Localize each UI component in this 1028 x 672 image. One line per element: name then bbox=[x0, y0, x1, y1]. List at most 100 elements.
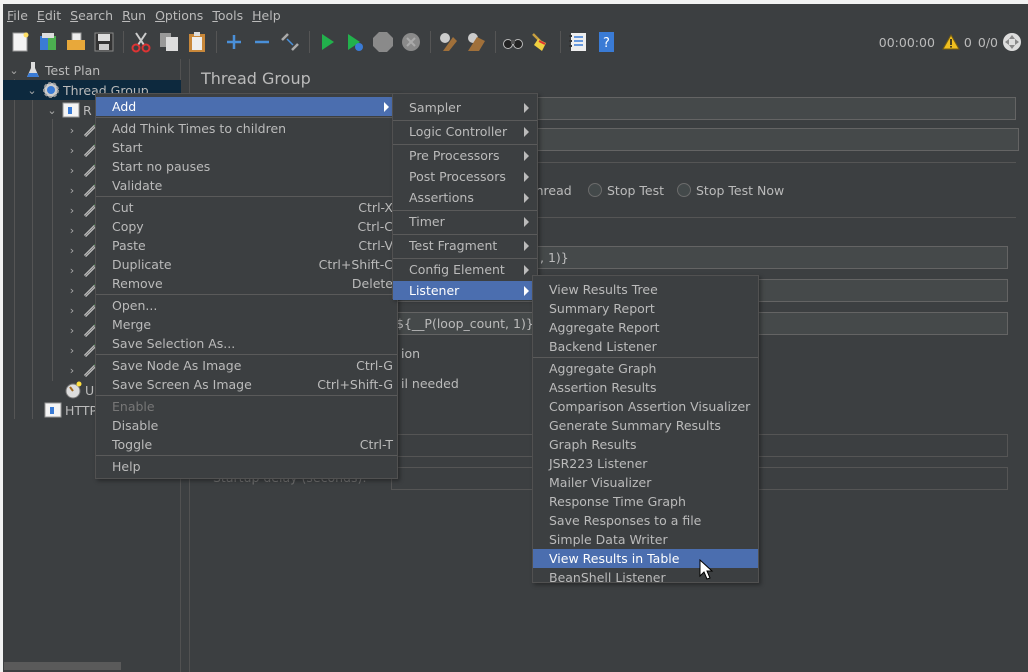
stop-button[interactable] bbox=[372, 31, 394, 53]
collapse-all-button[interactable] bbox=[251, 31, 273, 53]
chevron-right-icon[interactable]: › bbox=[65, 244, 79, 257]
chevron-right-icon[interactable]: › bbox=[65, 304, 79, 317]
listener-item-beanshell-listener[interactable]: BeanShell Listener bbox=[533, 568, 758, 587]
menu-options[interactable]: Options bbox=[155, 8, 203, 23]
menu-item-label: Duplicate bbox=[112, 257, 172, 272]
new-button[interactable] bbox=[9, 31, 31, 53]
context-menu-item-start-no-pauses[interactable]: Start no pauses bbox=[96, 157, 397, 176]
add-menu-item-listener[interactable]: Listener bbox=[393, 281, 537, 300]
radio-stop-test[interactable]: Stop Test bbox=[588, 183, 664, 198]
chevron-right-icon[interactable]: › bbox=[65, 124, 79, 137]
chevron-right-icon[interactable]: › bbox=[65, 284, 79, 297]
context-menu-item-disable[interactable]: Disable bbox=[96, 416, 397, 435]
menu-tools[interactable]: Tools bbox=[212, 8, 243, 23]
tree-item-timer[interactable]: U bbox=[61, 380, 94, 400]
context-menu-item-toggle[interactable]: Toggle Ctrl-T bbox=[96, 435, 397, 454]
context-menu-item-save-screen-as-image[interactable]: Save Screen As Image Ctrl+Shift-G bbox=[96, 375, 397, 394]
chevron-right-icon[interactable]: › bbox=[65, 324, 79, 337]
context-menu-item-help[interactable]: Help bbox=[96, 457, 397, 476]
function-helper-button[interactable] bbox=[567, 31, 589, 53]
tree-item-http-config[interactable]: HTTP bbox=[41, 400, 97, 420]
menu-file[interactable]: File bbox=[7, 8, 28, 23]
context-menu-item-cut[interactable]: Cut Ctrl-X bbox=[96, 198, 397, 217]
listener-item-mailer-visualizer[interactable]: Mailer Visualizer bbox=[533, 473, 758, 492]
paste-button[interactable] bbox=[186, 31, 208, 53]
chevron-right-icon[interactable]: › bbox=[65, 184, 79, 197]
context-menu-item-save-node-as-image[interactable]: Save Node As Image Ctrl-G bbox=[96, 356, 397, 375]
templates-button[interactable] bbox=[37, 31, 59, 53]
context-menu-item-add[interactable]: Add bbox=[96, 97, 397, 116]
context-menu-item-open[interactable]: Open... bbox=[96, 296, 397, 315]
clear-all-button[interactable] bbox=[465, 31, 487, 53]
add-menu-item-sampler[interactable]: Sampler bbox=[393, 98, 537, 117]
toggle-button[interactable] bbox=[279, 31, 301, 53]
help-button[interactable]: ? bbox=[595, 31, 617, 53]
chevron-down-icon[interactable]: ⌄ bbox=[25, 84, 39, 97]
listener-item-comparison-assertion-visualizer[interactable]: Comparison Assertion Visualizer bbox=[533, 397, 758, 416]
start-button[interactable] bbox=[316, 31, 338, 53]
listener-item-graph-results[interactable]: Graph Results bbox=[533, 435, 758, 454]
warning-icon[interactable] bbox=[942, 34, 960, 50]
context-menu-item-validate[interactable]: Validate bbox=[96, 176, 397, 195]
radio-button[interactable] bbox=[588, 183, 602, 197]
listener-item-save-responses-to-a-file[interactable]: Save Responses to a file bbox=[533, 511, 758, 530]
add-menu-item-config-element[interactable]: Config Element bbox=[393, 260, 537, 279]
context-menu-item-duplicate[interactable]: Duplicate Ctrl+Shift-C bbox=[96, 255, 397, 274]
chevron-right-icon[interactable]: › bbox=[65, 204, 79, 217]
listener-item-jsr223-listener[interactable]: JSR223 Listener bbox=[533, 454, 758, 473]
add-menu-item-timer[interactable]: Timer bbox=[393, 212, 537, 231]
listener-item-generate-summary-results[interactable]: Generate Summary Results bbox=[533, 416, 758, 435]
chevron-right-icon[interactable]: › bbox=[65, 224, 79, 237]
shutdown-button[interactable] bbox=[400, 31, 422, 53]
listener-item-summary-report[interactable]: Summary Report bbox=[533, 299, 758, 318]
add-menu-item-logic-controller[interactable]: Logic Controller bbox=[393, 122, 537, 141]
start-no-pauses-button[interactable] bbox=[344, 31, 366, 53]
collapse-icon bbox=[255, 40, 269, 44]
context-menu-item-merge[interactable]: Merge bbox=[96, 315, 397, 334]
tree-horizontal-scrollbar[interactable] bbox=[4, 662, 121, 670]
listener-item-assertion-results[interactable]: Assertion Results bbox=[533, 378, 758, 397]
chevron-right-icon[interactable]: › bbox=[65, 164, 79, 177]
context-menu-item-start[interactable]: Start bbox=[96, 138, 397, 157]
menu-item-label: View Results Tree bbox=[549, 282, 658, 297]
chevron-right-icon[interactable]: › bbox=[65, 144, 79, 157]
expand-all-button[interactable] bbox=[223, 31, 245, 53]
context-menu-item-copy[interactable]: Copy Ctrl-C bbox=[96, 217, 397, 236]
add-menu-item-post-processors[interactable]: Post Processors bbox=[393, 167, 537, 186]
listener-item-view-results-in-table[interactable]: View Results in Table bbox=[533, 549, 758, 568]
reset-search-button[interactable] bbox=[530, 31, 552, 53]
context-menu-item-add-think-times-to-children[interactable]: Add Think Times to children bbox=[96, 119, 397, 138]
add-menu-item-assertions[interactable]: Assertions bbox=[393, 188, 537, 207]
cut-button[interactable] bbox=[130, 31, 152, 53]
menu-help[interactable]: Help bbox=[252, 8, 281, 23]
chevron-down-icon[interactable]: ⌄ bbox=[7, 64, 21, 77]
tree-item-test-plan[interactable]: ⌄ Test Plan bbox=[7, 60, 100, 80]
listener-item-aggregate-report[interactable]: Aggregate Report bbox=[533, 318, 758, 337]
clear-button[interactable] bbox=[437, 31, 459, 53]
search-button[interactable] bbox=[502, 31, 524, 53]
chevron-down-icon[interactable]: ⌄ bbox=[45, 104, 59, 117]
listener-item-response-time-graph[interactable]: Response Time Graph bbox=[533, 492, 758, 511]
context-menu-item-remove[interactable]: Remove Delete bbox=[96, 274, 397, 293]
submenu-arrow-icon bbox=[524, 216, 529, 227]
copy-button[interactable] bbox=[158, 31, 180, 53]
add-menu-item-pre-processors[interactable]: Pre Processors bbox=[393, 146, 537, 165]
listener-item-simple-data-writer[interactable]: Simple Data Writer bbox=[533, 530, 758, 549]
radio-button[interactable] bbox=[677, 183, 691, 197]
chevron-right-icon[interactable]: › bbox=[65, 264, 79, 277]
chevron-right-icon[interactable]: › bbox=[65, 344, 79, 357]
menu-search[interactable]: Search bbox=[70, 8, 113, 23]
chevron-right-icon[interactable]: › bbox=[65, 364, 79, 377]
save-button[interactable] bbox=[93, 31, 115, 53]
context-menu-item-save-selection-as[interactable]: Save Selection As... bbox=[96, 334, 397, 353]
add-menu-item-test-fragment[interactable]: Test Fragment bbox=[393, 236, 537, 255]
listener-item-backend-listener[interactable]: Backend Listener bbox=[533, 337, 758, 356]
menu-edit[interactable]: Edit bbox=[37, 8, 61, 23]
radio-stop-test-now[interactable]: Stop Test Now bbox=[677, 183, 784, 198]
listener-item-view-results-tree[interactable]: View Results Tree bbox=[533, 280, 758, 299]
tree-item-controller[interactable]: ⌄ R bbox=[45, 100, 92, 120]
menu-run[interactable]: Run bbox=[122, 8, 146, 23]
open-button[interactable] bbox=[65, 31, 87, 53]
context-menu-item-paste[interactable]: Paste Ctrl-V bbox=[96, 236, 397, 255]
listener-item-aggregate-graph[interactable]: Aggregate Graph bbox=[533, 359, 758, 378]
